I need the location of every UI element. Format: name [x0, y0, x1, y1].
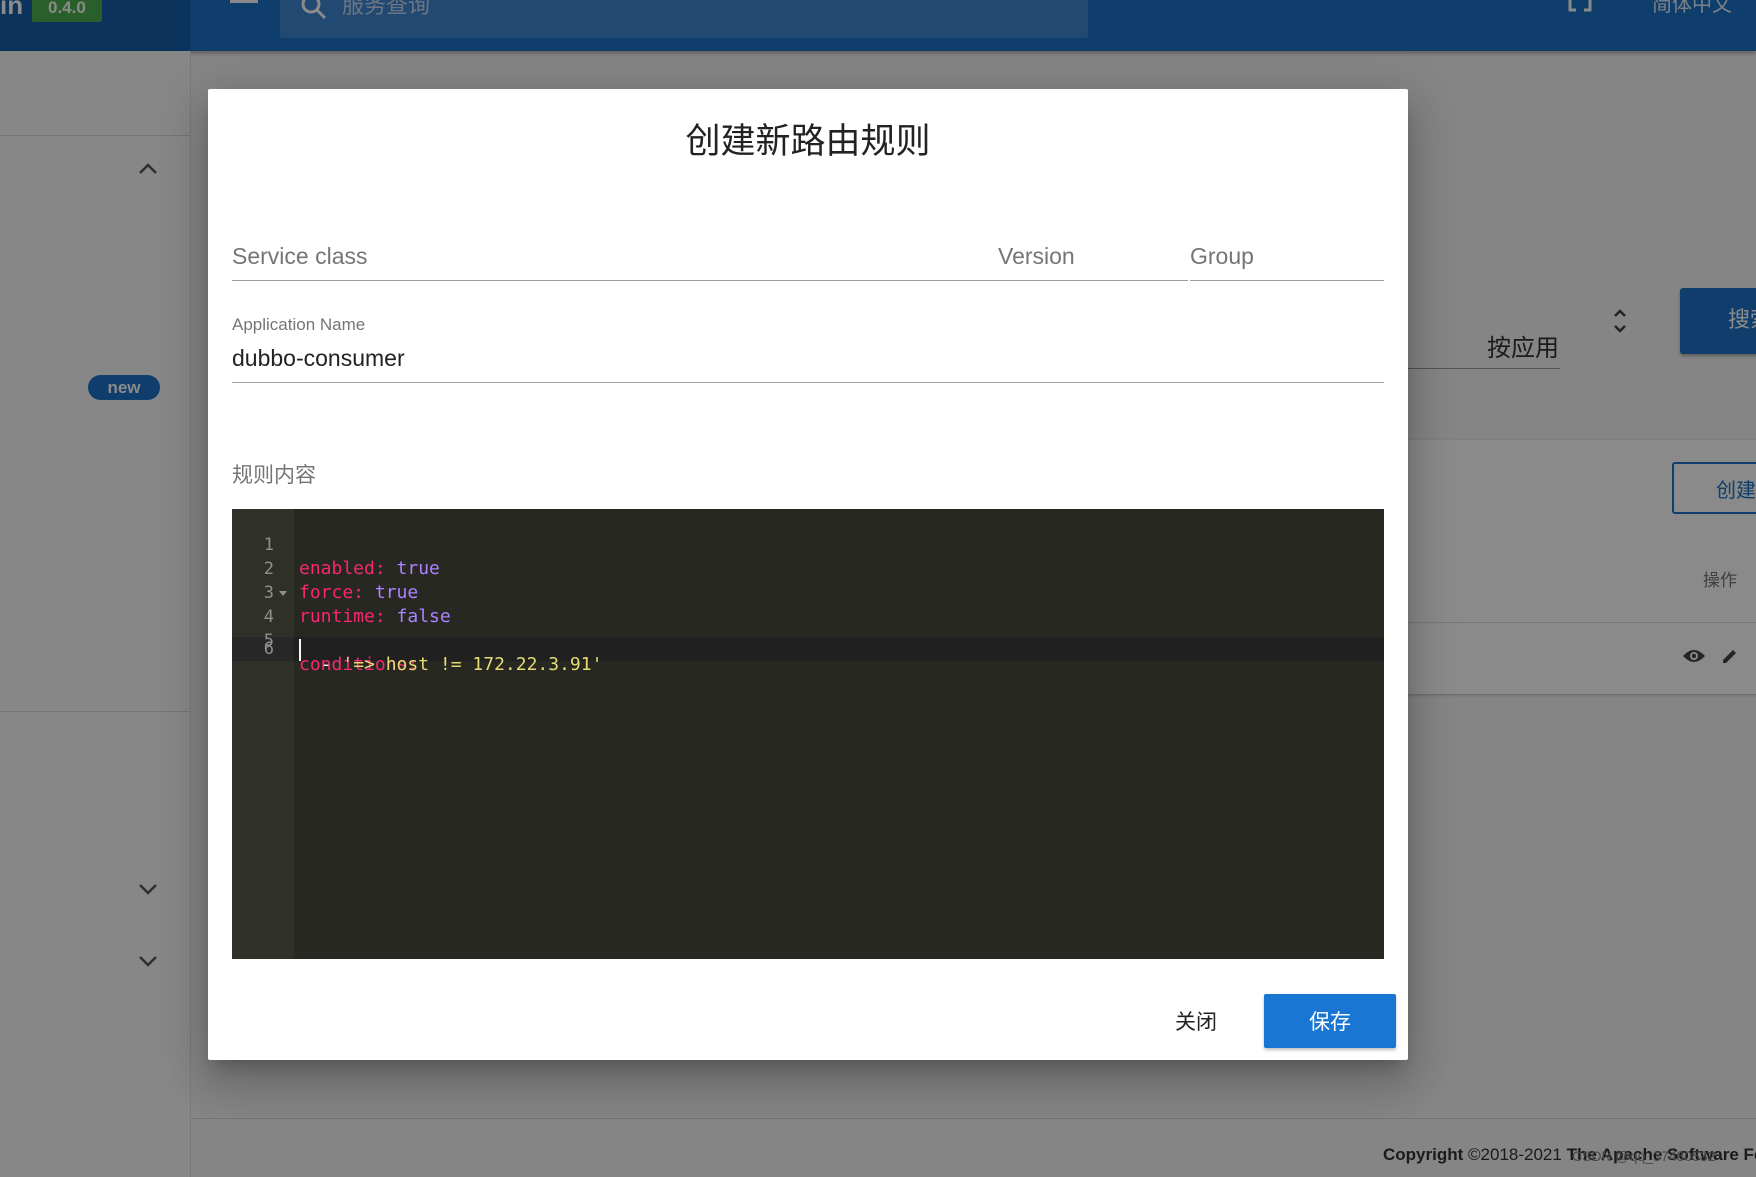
code-line: 3 runtime: false	[232, 557, 451, 627]
service-class-field[interactable]: Service class	[232, 239, 1002, 281]
save-button[interactable]: 保存	[1264, 994, 1396, 1048]
rule-code-editor[interactable]: 1 enabled: true 2 force: true 3 runtime:…	[232, 509, 1384, 959]
application-name-input[interactable]: dubbo-consumer	[232, 345, 405, 372]
fold-arrow-icon[interactable]	[279, 591, 287, 596]
field-underline	[232, 382, 1384, 383]
code-line: 6	[232, 629, 297, 659]
text-cursor	[299, 639, 301, 661]
version-field[interactable]: Version	[998, 239, 1188, 281]
line-number: 6	[263, 639, 274, 659]
yaml-key: enabled:	[299, 558, 386, 579]
yaml-key: force:	[299, 582, 365, 603]
dialog-title: 创建新路由规则	[685, 122, 931, 162]
group-placeholder: Group	[1190, 243, 1254, 269]
service-class-placeholder: Service class	[232, 243, 368, 269]
code-line: 2 force: true	[232, 533, 418, 603]
code-line: 5 - '=> host != 172.22.3.91'	[232, 605, 603, 675]
yaml-list-dash: -	[299, 654, 343, 675]
rule-content-label: 规则内容	[232, 463, 316, 487]
version-placeholder: Version	[998, 243, 1075, 269]
close-button[interactable]: 关闭	[1136, 994, 1256, 1048]
field-underline	[232, 280, 1002, 281]
field-underline	[998, 280, 1188, 281]
yaml-value: true	[374, 582, 419, 603]
application-name-label: Application Name	[232, 315, 366, 334]
code-line: 1 enabled: true	[232, 509, 440, 579]
yaml-key: runtime:	[299, 606, 386, 627]
application-name-field[interactable]: Application Name dubbo-consumer	[232, 315, 1384, 383]
group-field[interactable]: Group	[1190, 239, 1384, 281]
yaml-value: true	[396, 558, 440, 579]
create-route-rule-dialog: 创建新路由规则 Service class Version Group Appl…	[208, 89, 1408, 1060]
yaml-value: false	[396, 606, 451, 627]
yaml-string: '=> host != 172.22.3.91'	[342, 654, 603, 675]
field-underline	[1190, 280, 1384, 281]
code-line: 4 conditions:	[232, 581, 418, 675]
